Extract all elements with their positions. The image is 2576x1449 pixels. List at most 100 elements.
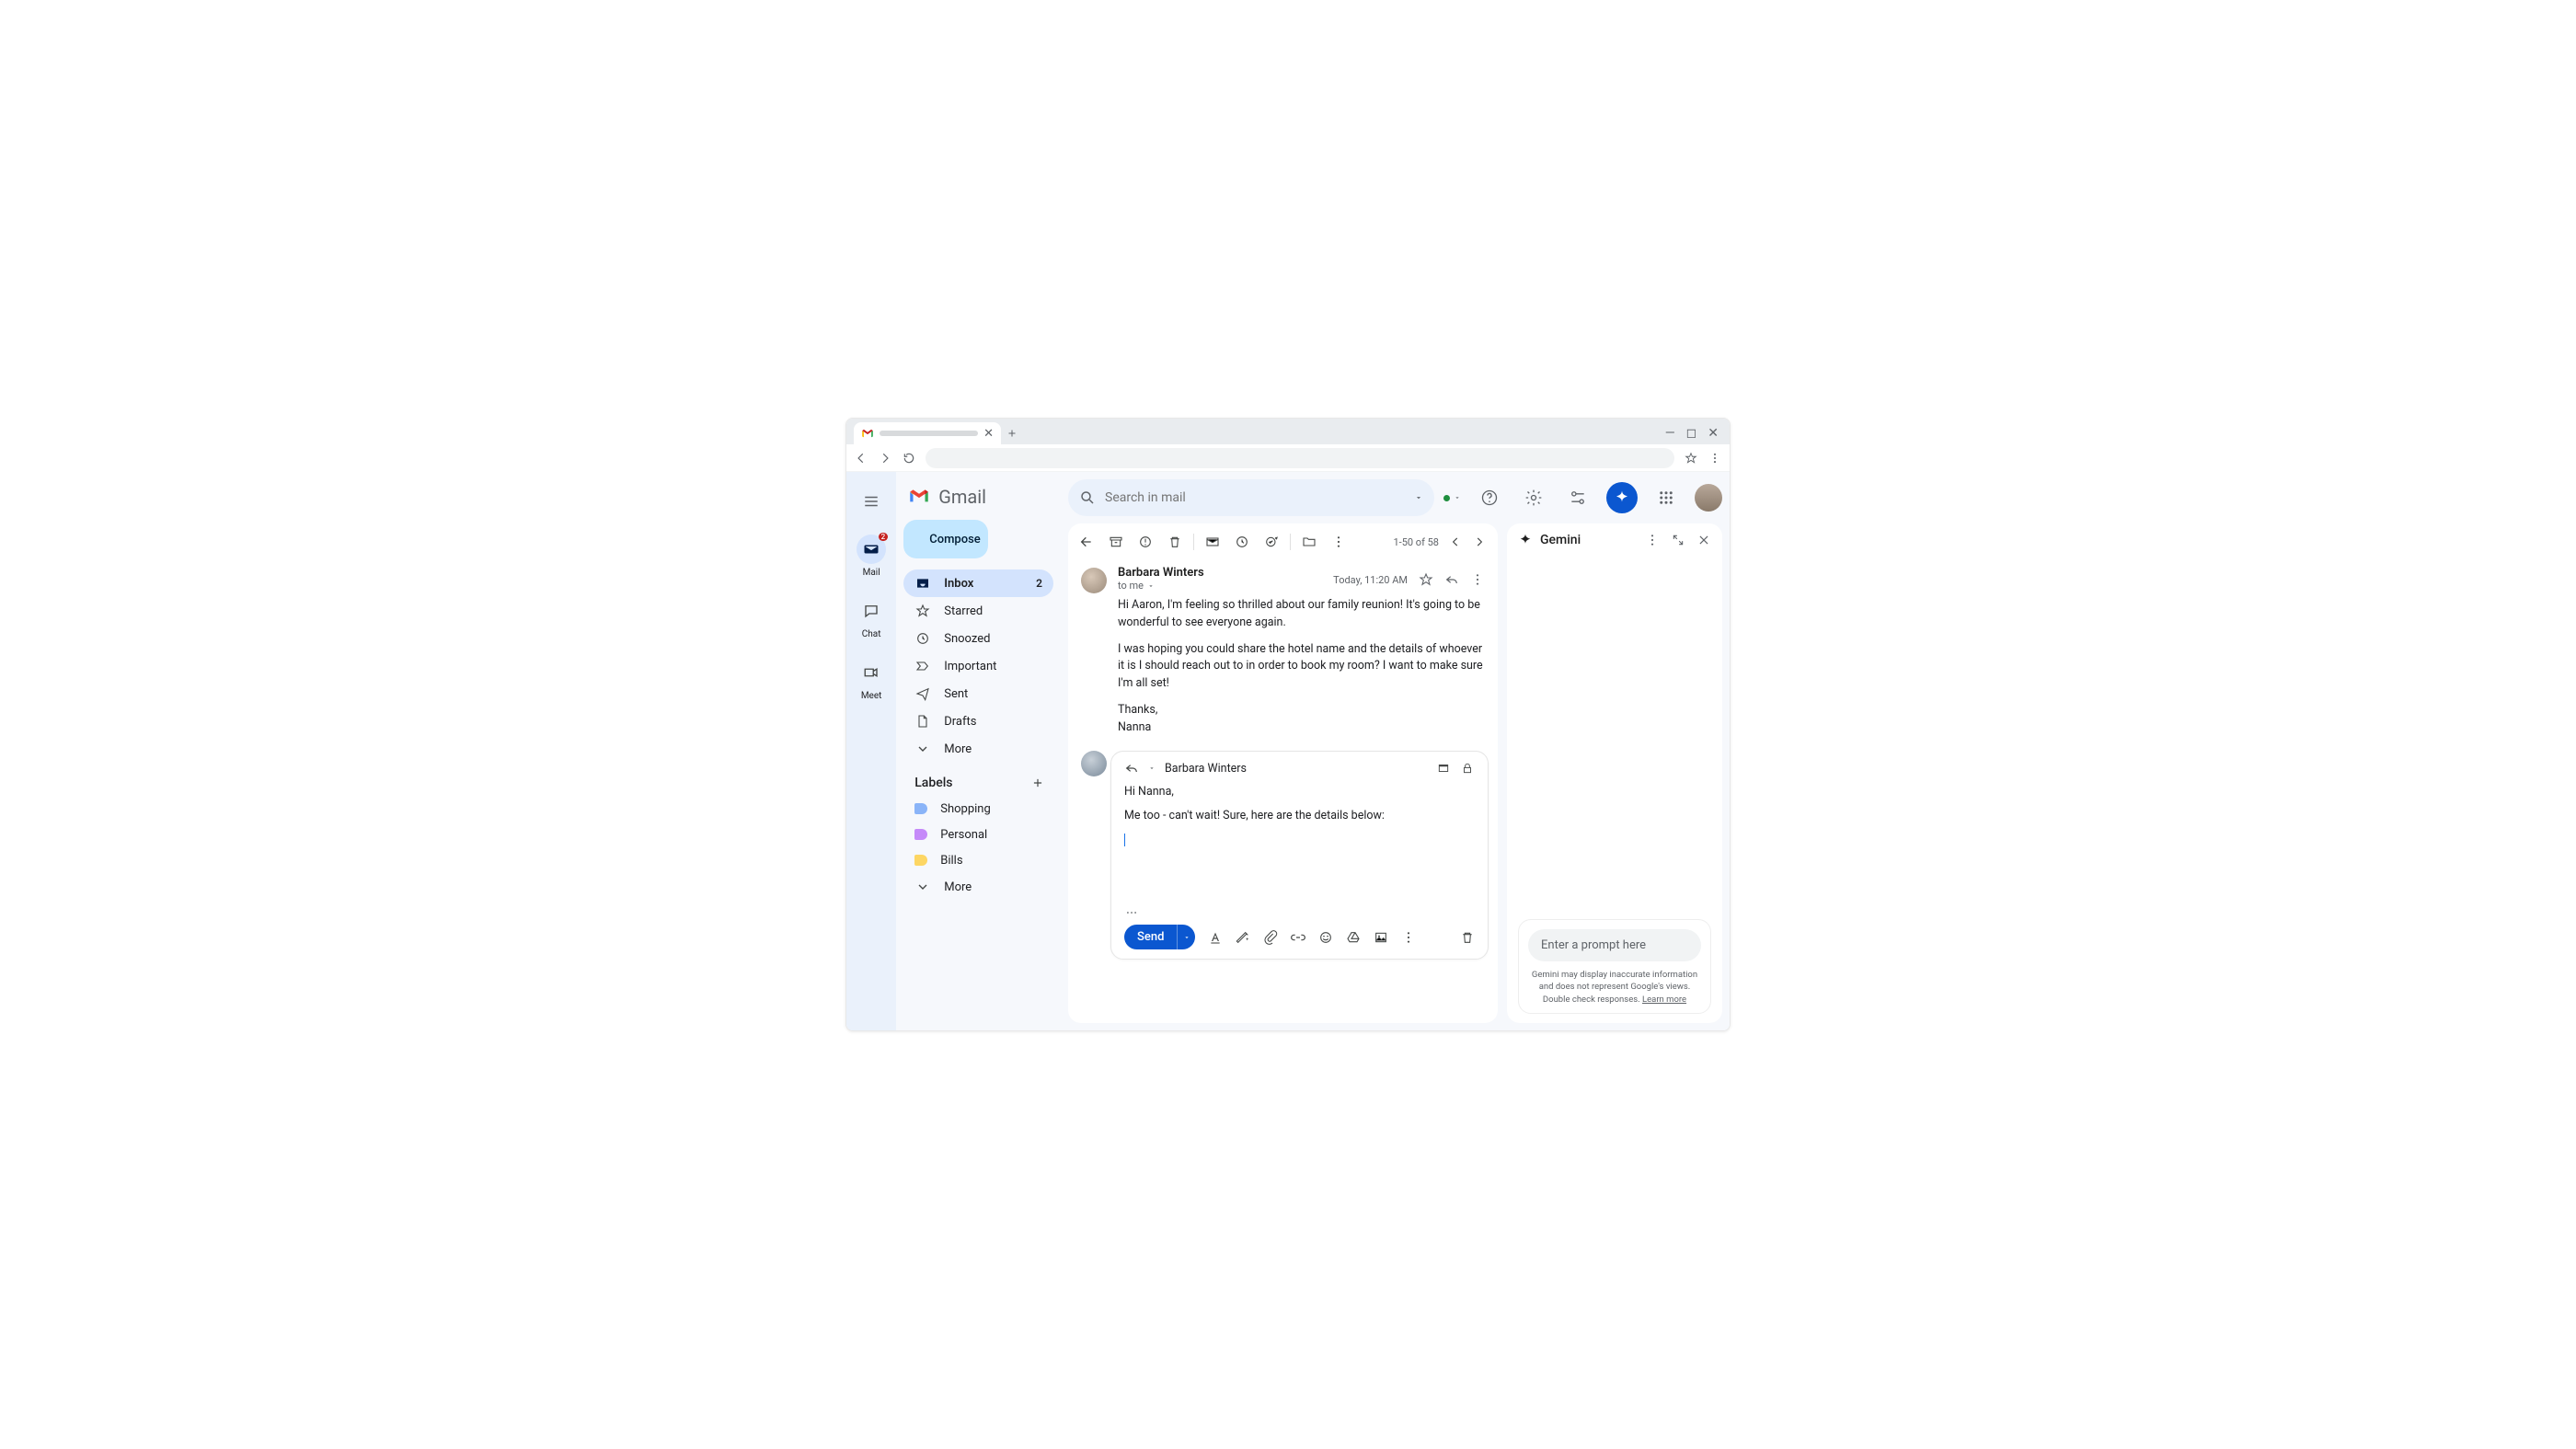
add-task-button[interactable] (1264, 535, 1279, 549)
star-message-button[interactable] (1419, 572, 1433, 587)
bookmark-star-icon[interactable] (1684, 451, 1698, 466)
gemini-prompt-input[interactable]: Enter a prompt here (1528, 929, 1701, 961)
sender-avatar[interactable] (1081, 568, 1107, 593)
gemini-disclaimer: Gemini may display inaccurate informatio… (1528, 961, 1701, 1006)
search-icon (1079, 489, 1096, 506)
prev-button[interactable] (1448, 535, 1463, 549)
nav-important[interactable]: Important (903, 652, 1053, 680)
browser-tab[interactable]: ✕ (854, 422, 1001, 444)
reply-header: Barbara Winters (1124, 761, 1475, 776)
drive-button[interactable] (1346, 930, 1361, 945)
chevron-down-icon[interactable] (1148, 765, 1156, 772)
status-indicator[interactable] (1443, 494, 1461, 501)
add-label-button[interactable] (1031, 776, 1044, 789)
brand[interactable]: Gmail (903, 481, 1053, 520)
nav-reload-icon[interactable] (902, 451, 916, 466)
reply-to-name[interactable]: Barbara Winters (1165, 762, 1247, 776)
archive-button[interactable] (1109, 535, 1123, 549)
gemini-close-button[interactable] (1696, 533, 1711, 547)
label-personal[interactable]: Personal (903, 822, 1053, 847)
compose-button[interactable]: Compose (903, 520, 988, 558)
tab-close-icon[interactable]: ✕ (983, 427, 994, 441)
message-meta: Barbara Winters to me (1118, 566, 1322, 593)
nav-starred[interactable]: Starred (903, 597, 1053, 625)
new-tab-button[interactable] (1001, 422, 1023, 444)
message-body: Hi Aaron, I'm feeling so thrilled about … (1118, 593, 1485, 736)
main-menu-button[interactable] (853, 483, 890, 520)
sender-name[interactable]: Barbara Winters (1118, 566, 1322, 580)
reply-type-button[interactable] (1124, 761, 1139, 776)
nav-forward-icon[interactable] (878, 451, 892, 466)
nav-more[interactable]: More (903, 735, 1053, 763)
label-bills[interactable]: Bills (903, 847, 1053, 873)
nav-sent[interactable]: Sent (903, 680, 1053, 707)
confidential-button[interactable] (1460, 761, 1475, 776)
report-spam-button[interactable] (1138, 535, 1153, 549)
nav-back-icon[interactable] (854, 451, 868, 466)
divider (1290, 534, 1291, 550)
send-more-button[interactable] (1177, 925, 1195, 949)
delete-button[interactable] (1167, 535, 1182, 549)
reply-more-button[interactable] (1401, 930, 1416, 945)
mark-unread-button[interactable] (1205, 535, 1220, 549)
popout-button[interactable] (1436, 761, 1451, 776)
send-button[interactable]: Send (1124, 925, 1195, 949)
search-options-icon[interactable] (1414, 493, 1423, 502)
move-to-button[interactable] (1302, 535, 1317, 549)
gemini-spark-button[interactable] (1606, 482, 1638, 513)
browser-menu-icon[interactable] (1708, 451, 1722, 466)
account-avatar[interactable] (1695, 484, 1722, 512)
message-more-button[interactable] (1470, 572, 1485, 587)
format-button[interactable] (1208, 930, 1223, 945)
nav-inbox[interactable]: Inbox 2 (903, 569, 1053, 597)
nav-snoozed[interactable]: Snoozed (903, 625, 1053, 652)
image-button[interactable] (1374, 930, 1388, 945)
gemini-expand-button[interactable] (1671, 533, 1685, 547)
gemini-menu-button[interactable] (1645, 533, 1660, 547)
gemini-learn-more-link[interactable]: Learn more (1642, 995, 1686, 1005)
apps-button[interactable] (1650, 482, 1682, 513)
help-button[interactable] (1474, 482, 1505, 513)
my-avatar[interactable] (1081, 751, 1107, 776)
discard-button[interactable] (1460, 930, 1475, 945)
search-box[interactable] (1068, 479, 1434, 516)
help-me-write-button[interactable] (1236, 930, 1250, 945)
labels-more[interactable]: More (903, 873, 1053, 901)
reply-button[interactable] (1444, 572, 1459, 587)
back-to-inbox-button[interactable] (1079, 535, 1094, 549)
settings-button[interactable] (1518, 482, 1549, 513)
recipient-line[interactable]: to me (1118, 580, 1322, 592)
snooze-button[interactable] (1235, 535, 1249, 549)
drafts-icon (914, 713, 931, 730)
window-maximize-icon[interactable]: ◻ (1686, 426, 1697, 441)
mail-pane: 1-50 of 58 Barbara Winters to (1068, 523, 1498, 1023)
tab-title-placeholder (880, 431, 978, 436)
nav-drafts[interactable]: Drafts (903, 707, 1053, 735)
gemini-panel: Gemini Enter a prompt here Ge (1507, 523, 1722, 1023)
rail-item-meet[interactable]: Meet (849, 654, 893, 705)
important-icon (914, 658, 931, 674)
tune-button[interactable] (1562, 482, 1593, 513)
rail-item-chat[interactable]: Chat (849, 592, 893, 643)
window-minimize-icon[interactable]: — (1665, 426, 1675, 441)
reply-body-editor[interactable]: Hi Nanna, Me too - can't wait! Sure, her… (1124, 783, 1475, 903)
browser-window: ✕ — ◻ ✕ 2 Mai (845, 418, 1731, 1031)
chat-icon (863, 603, 880, 619)
message-header: Barbara Winters to me Today, 11:20 AM (1081, 566, 1485, 593)
search-input[interactable] (1105, 490, 1405, 505)
spark-icon (1518, 533, 1533, 547)
link-button[interactable] (1291, 930, 1305, 945)
window-close-icon[interactable]: ✕ (1708, 426, 1719, 441)
rail-item-mail[interactable]: 2 Mail (849, 531, 893, 581)
attach-button[interactable] (1263, 930, 1278, 945)
label-shopping[interactable]: Shopping (903, 796, 1053, 822)
sidebar: Gmail Compose Inbox 2 Starred Snoozed (896, 472, 1061, 1030)
more-actions-button[interactable] (1331, 535, 1346, 549)
url-bar[interactable] (926, 448, 1674, 468)
next-button[interactable] (1472, 535, 1487, 549)
show-trimmed-button[interactable] (1124, 908, 1139, 917)
emoji-button[interactable] (1318, 930, 1333, 945)
tune-icon (1569, 489, 1587, 507)
rail-label-chat: Chat (862, 629, 881, 639)
gmail-app: 2 Mail Chat Meet Gmail (846, 472, 1730, 1030)
